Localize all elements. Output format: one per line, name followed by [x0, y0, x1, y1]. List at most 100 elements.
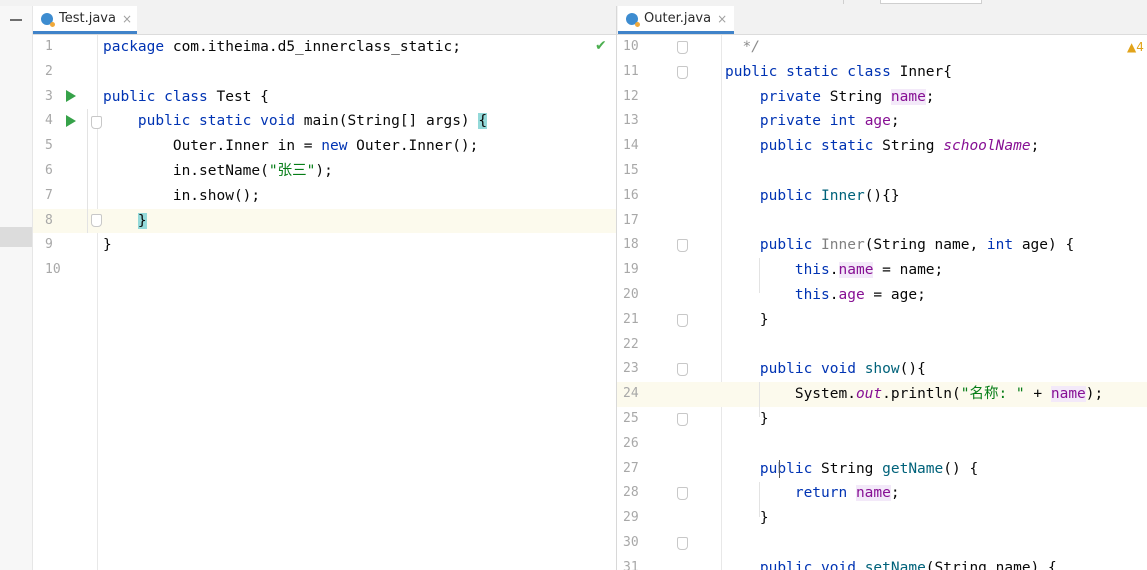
code-text[interactable]: public static void main(String[] args) {	[103, 109, 488, 134]
fold-icon[interactable]	[677, 363, 688, 377]
code-text[interactable]: public static class Inner{	[725, 60, 952, 85]
left-code-editor[interactable]: 1 package com.itheima.d5_innerclass_stati…	[33, 35, 616, 570]
code-text[interactable]: }	[725, 506, 769, 531]
code-line[interactable]: 9}	[33, 233, 616, 258]
code-text[interactable]: private String name;	[725, 85, 935, 110]
minimize-icon[interactable]	[10, 19, 22, 21]
code-line[interactable]: 24 System.out.println("名称: " + name);	[617, 382, 1147, 407]
code-line[interactable]: 23 public void show(){	[617, 357, 1147, 382]
code-line[interactable]: 31 public void setName(String name) {	[617, 556, 1147, 570]
line-number: 3	[45, 88, 53, 104]
line-number: 7	[45, 187, 53, 203]
java-class-icon	[626, 12, 640, 27]
code-token: Inner{	[899, 63, 952, 80]
fold-icon[interactable]	[677, 239, 688, 253]
code-text[interactable]: }	[725, 308, 769, 333]
code-line[interactable]: 26	[617, 432, 1147, 457]
code-line[interactable]: 11 public static class Inner{	[617, 60, 1147, 85]
code-line[interactable]: 10	[33, 258, 616, 283]
code-line[interactable]: 20 this.age = age;	[617, 283, 1147, 308]
code-token: this	[725, 287, 830, 303]
run-icon[interactable]	[66, 90, 76, 102]
close-tab-icon[interactable]: ×	[122, 12, 132, 26]
fold-icon[interactable]	[677, 65, 688, 79]
code-text[interactable]: private int age;	[725, 109, 900, 134]
code-text[interactable]: package com.itheima.d5_innerclass_static…	[103, 35, 461, 60]
code-text[interactable]: Outer.Inner in = new Outer.Inner();	[103, 134, 479, 159]
code-line[interactable]: 19 this.name = name;	[617, 258, 1147, 283]
code-token: in.show();	[103, 187, 261, 204]
close-tab-icon[interactable]: ×	[717, 12, 727, 26]
code-line[interactable]: 6 in.setName("张三");	[33, 159, 616, 184]
code-token: public	[725, 237, 822, 254]
code-text[interactable]: public Inner(String name, int age) {	[725, 233, 1074, 258]
run-icon[interactable]	[66, 115, 76, 127]
line-number: 27	[623, 460, 639, 476]
fold-icon[interactable]	[91, 116, 102, 129]
code-text[interactable]: System.out.println("名称: " + name);	[725, 382, 1103, 407]
code-token: package	[103, 39, 173, 55]
fold-icon[interactable]	[677, 313, 688, 327]
code-token: age) {	[1021, 237, 1075, 254]
code-line[interactable]: 4 public static void main(String[] args)…	[33, 109, 616, 134]
code-line[interactable]: 17	[617, 209, 1147, 234]
code-text[interactable]: }	[725, 407, 769, 432]
check-icon: ✔	[595, 38, 607, 54]
code-line[interactable]: 16 public Inner(){}	[617, 184, 1147, 209]
code-text[interactable]: return name;	[725, 481, 900, 506]
code-line[interactable]: 1 package com.itheima.d5_innerclass_stati…	[33, 35, 616, 60]
code-line[interactable]: 8 }	[33, 208, 616, 234]
line-number: 12	[623, 88, 639, 104]
code-line[interactable]: 30	[617, 531, 1147, 556]
code-text[interactable]: */	[725, 35, 759, 60]
tab-outer-java[interactable]: Outer.java ×	[618, 6, 734, 34]
code-line[interactable]: 22	[617, 333, 1147, 358]
code-line[interactable]: 12 private String name;	[617, 85, 1147, 110]
code-line[interactable]: 14 public static String schoolName;	[617, 134, 1147, 159]
fold-icon[interactable]	[677, 41, 688, 54]
toolbar-search-box[interactable]	[880, 0, 982, 4]
code-text[interactable]: }	[103, 233, 112, 258]
fold-icon[interactable]	[677, 413, 688, 426]
code-line[interactable]: 3 public class Test {	[33, 85, 616, 110]
right-code-editor[interactable]: 10 */11 public static class Inner{12 priv…	[617, 35, 1147, 570]
code-line[interactable]: 2	[33, 60, 616, 85]
code-text[interactable]: public String getName() {	[725, 457, 978, 482]
code-text[interactable]: public static String schoolName;	[725, 134, 1039, 159]
code-line[interactable]: 21 }	[617, 308, 1147, 333]
line-number: 26	[623, 435, 639, 451]
warning-icon[interactable]: ▲4	[1127, 40, 1144, 54]
line-number: 2	[45, 63, 53, 79]
code-line[interactable]: 7 in.show();	[33, 184, 616, 209]
code-text[interactable]: this.age = age;	[725, 283, 926, 308]
code-line[interactable]: 15	[617, 159, 1147, 184]
code-line[interactable]: 25 }	[617, 407, 1147, 432]
fold-icon[interactable]	[677, 487, 688, 501]
tab-label: Outer.java	[644, 11, 712, 26]
code-token: }	[103, 237, 112, 254]
code-line[interactable]: 13 private int age;	[617, 109, 1147, 134]
code-text[interactable]: public class Test {	[103, 85, 269, 110]
tab-test-java[interactable]: Test.java ×	[33, 6, 137, 34]
code-token: public	[725, 460, 822, 477]
code-text[interactable]: in.setName("张三");	[103, 159, 333, 184]
fold-icon[interactable]	[91, 214, 102, 227]
code-text[interactable]: }	[103, 209, 147, 234]
fold-icon[interactable]	[677, 537, 688, 550]
code-text[interactable]: public void setName(String name) {	[725, 556, 1057, 570]
code-text[interactable]: public void show(){	[725, 357, 926, 382]
code-line[interactable]: 10 */	[617, 35, 1147, 60]
code-line[interactable]: 5 Outer.Inner in = new Outer.Inner();	[33, 134, 616, 159]
code-line[interactable]: 29 }	[617, 506, 1147, 531]
code-line[interactable]: 27 public String getName() {	[617, 457, 1147, 482]
code-token: new	[321, 138, 357, 155]
code-text[interactable]: public Inner(){}	[725, 184, 900, 209]
code-text[interactable]: in.show();	[103, 184, 260, 209]
code-token: public static	[725, 138, 883, 155]
code-token: }	[725, 510, 769, 527]
code-token: out	[855, 386, 883, 403]
code-token: Inner	[821, 187, 865, 204]
code-line[interactable]: 18 public Inner(String name, int age) {	[617, 233, 1147, 258]
code-text[interactable]: this.name = name;	[725, 258, 943, 283]
code-line[interactable]: 28 return name;	[617, 481, 1147, 506]
